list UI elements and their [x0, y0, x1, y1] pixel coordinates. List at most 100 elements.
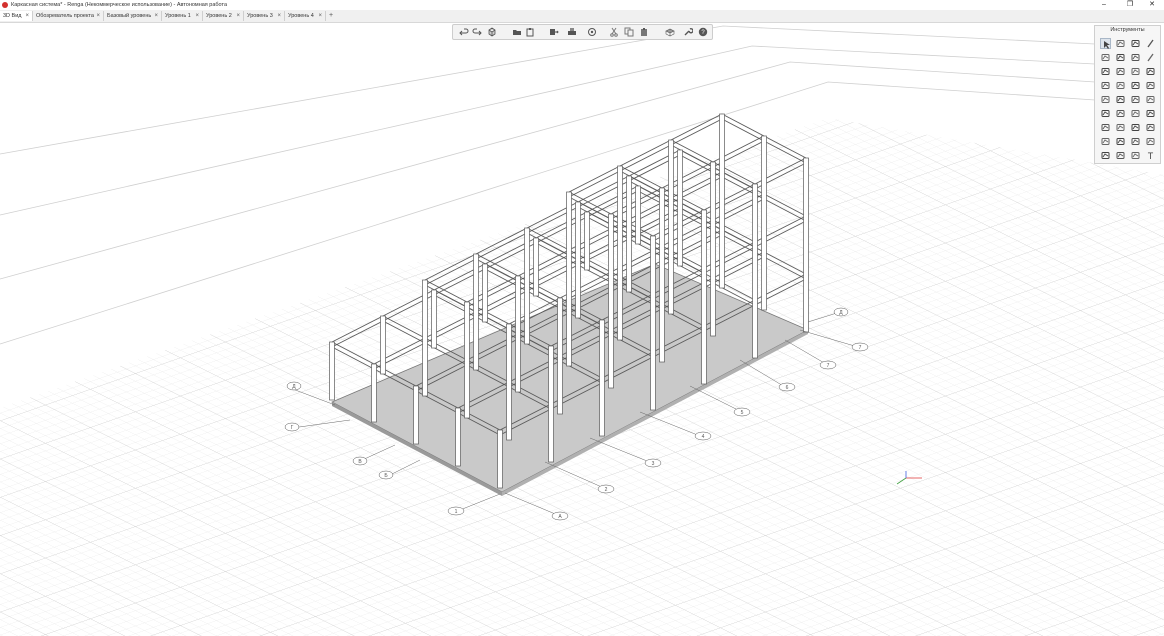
- level-icon[interactable]: [1115, 150, 1126, 161]
- beam-icon[interactable]: [1115, 52, 1126, 63]
- 3d-viewport[interactable]: Д Г В Б 1 А 2 3 4 5 6 7 7 Д: [0, 23, 1164, 636]
- export-icon[interactable]: [549, 27, 559, 37]
- close-tab-icon[interactable]: ×: [236, 11, 240, 21]
- cabinet-icon[interactable]: [1115, 94, 1126, 105]
- maximize-button[interactable]: ❐: [1118, 0, 1142, 10]
- column: [584, 211, 590, 271]
- column: [650, 235, 656, 411]
- column: [752, 183, 758, 359]
- tab-level-3[interactable]: Уровень 3 ×: [244, 11, 285, 21]
- window-icon[interactable]: [1100, 80, 1111, 91]
- column: [635, 185, 641, 245]
- column: [557, 297, 563, 415]
- title-bar: Каркасная система* - Renga (Некоммерческ…: [0, 0, 1164, 10]
- pencil-icon[interactable]: [1145, 52, 1156, 63]
- pipe-icon[interactable]: [1145, 94, 1156, 105]
- valve-icon[interactable]: [1130, 108, 1141, 119]
- column: [422, 279, 428, 397]
- column: [677, 149, 683, 267]
- svg-text:7: 7: [859, 345, 862, 351]
- svg-text:2: 2: [605, 487, 608, 493]
- redo-icon[interactable]: [472, 27, 482, 37]
- wrench-icon[interactable]: [683, 27, 693, 37]
- quick-access-toolbar: ?: [452, 24, 713, 40]
- column: [371, 363, 377, 423]
- cut-icon[interactable]: [609, 27, 619, 37]
- slab-icon[interactable]: [1100, 52, 1111, 63]
- column-icon[interactable]: [1145, 66, 1156, 77]
- add-tab-button[interactable]: +: [329, 11, 333, 21]
- window-title: Каркасная система* - Renga (Некоммерческ…: [11, 2, 228, 8]
- orbit-icon[interactable]: [587, 27, 597, 37]
- column: [617, 165, 623, 341]
- equipment-icon[interactable]: [1100, 94, 1111, 105]
- hook-icon[interactable]: [1115, 122, 1126, 133]
- text-icon[interactable]: T: [1145, 150, 1156, 161]
- column: [626, 175, 632, 293]
- fixture-icon[interactable]: [1130, 94, 1141, 105]
- undo-icon[interactable]: [459, 27, 469, 37]
- tab-label: Уровень 4: [288, 13, 314, 19]
- column: [413, 385, 419, 445]
- ramp-icon[interactable]: [1115, 66, 1126, 77]
- tab-3d-view[interactable]: 3D Вид ×: [0, 11, 33, 21]
- folder-icon[interactable]: [512, 27, 522, 37]
- elevation-icon[interactable]: [1130, 150, 1141, 161]
- door-leaf-icon[interactable]: [1130, 136, 1141, 147]
- brush-icon[interactable]: [1115, 38, 1126, 49]
- tools-palette: Инструменты T: [1094, 25, 1161, 164]
- flange-icon[interactable]: [1115, 136, 1126, 147]
- pump-icon[interactable]: [1100, 108, 1111, 119]
- svg-text:Г: Г: [291, 425, 294, 431]
- tab-level-4[interactable]: Уровень 4 ×: [285, 11, 326, 21]
- opening-icon[interactable]: [1100, 136, 1111, 147]
- print-icon[interactable]: [567, 27, 577, 37]
- column: [464, 301, 470, 419]
- rebar-icon[interactable]: [1100, 122, 1111, 133]
- select-icon[interactable]: [1100, 38, 1111, 49]
- door-icon[interactable]: [1130, 66, 1141, 77]
- rail-icon[interactable]: [1115, 80, 1126, 91]
- column: [548, 345, 554, 463]
- line-icon[interactable]: [1145, 38, 1156, 49]
- close-tab-icon[interactable]: ×: [154, 11, 158, 21]
- column: [431, 289, 437, 349]
- column: [473, 253, 479, 371]
- column: [608, 213, 614, 389]
- close-tab-icon[interactable]: ×: [25, 11, 29, 21]
- dimension-icon[interactable]: [1100, 150, 1111, 161]
- minimize-button[interactable]: –: [1092, 0, 1116, 10]
- close-window-button[interactable]: ✕: [1140, 0, 1164, 10]
- palette-title: Инструменты: [1110, 27, 1145, 33]
- copy-icon[interactable]: [624, 27, 634, 37]
- assembly-icon[interactable]: [1145, 122, 1156, 133]
- svg-text:3: 3: [652, 461, 655, 467]
- tab-level-2[interactable]: Уровень 2 ×: [203, 11, 244, 21]
- close-tab-icon[interactable]: ×: [277, 11, 281, 21]
- hanger-icon[interactable]: [1145, 136, 1156, 147]
- roof-icon[interactable]: [1130, 52, 1141, 63]
- svg-text:5: 5: [741, 410, 744, 416]
- column: [455, 407, 461, 467]
- stair-icon[interactable]: [1100, 66, 1111, 77]
- paste-icon[interactable]: [639, 27, 649, 37]
- close-tab-icon[interactable]: ×: [318, 11, 322, 21]
- close-tab-icon[interactable]: ×: [96, 11, 100, 21]
- view-cube-icon[interactable]: [487, 27, 497, 37]
- close-tab-icon[interactable]: ×: [195, 11, 199, 21]
- tab-project-browser[interactable]: Обозреватель проекта ×: [33, 11, 104, 21]
- duct-icon[interactable]: [1145, 108, 1156, 119]
- camera-icon[interactable]: [665, 27, 675, 37]
- fan-icon[interactable]: [1115, 108, 1126, 119]
- tap-icon[interactable]: [1145, 80, 1156, 91]
- mesh-icon[interactable]: [1130, 122, 1141, 133]
- tab-base-level[interactable]: Базовый уровень ×: [104, 11, 162, 21]
- clipboard-icon[interactable]: [525, 27, 535, 37]
- sink-icon[interactable]: [1130, 80, 1141, 91]
- svg-text:6: 6: [786, 385, 789, 391]
- column: [482, 263, 488, 323]
- help-icon[interactable]: ?: [698, 27, 708, 37]
- corner-icon[interactable]: [1130, 38, 1141, 49]
- column: [710, 161, 716, 337]
- tab-level-1[interactable]: Уровень 1 ×: [162, 11, 203, 21]
